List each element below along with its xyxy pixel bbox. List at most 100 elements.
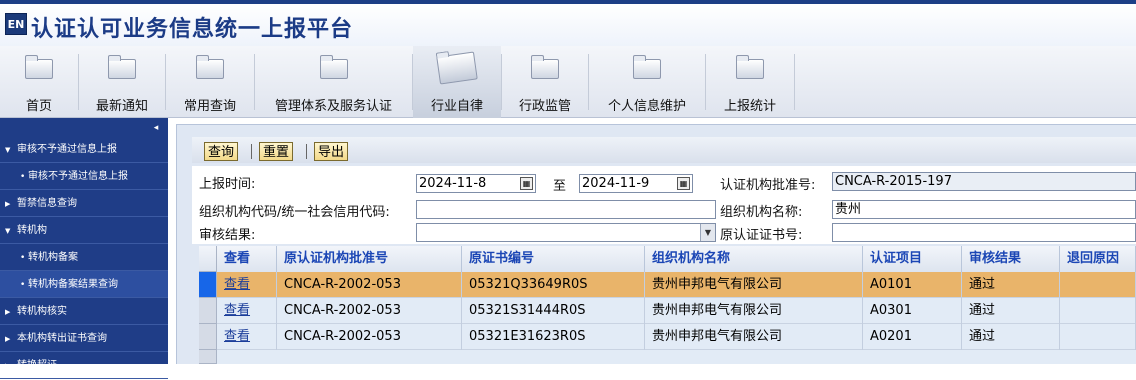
review-result-label: 审核结果: (199, 228, 256, 243)
org-name-field[interactable]: 贵州 (832, 200, 1136, 219)
expanded-arrow-icon: ▼ (5, 227, 11, 235)
folder-icon (319, 55, 348, 79)
menu-item-label: 行政监管 (518, 99, 571, 114)
cell-result: 通过 (962, 272, 1060, 298)
sidebar-item-transferred-out-query[interactable]: ▶ 本机构转出证书查询 (0, 325, 168, 352)
calendar-icon[interactable]: ▦ (677, 177, 690, 190)
sidebar-item-review-reject-report-sub[interactable]: • 审核不予通过信息上报 (0, 163, 168, 190)
column-header-project[interactable]: 认证项目 (863, 246, 962, 272)
row-selector (199, 350, 217, 364)
chevron-down-icon[interactable]: ▼ (700, 224, 715, 241)
org-name-label: 组织机构名称: (720, 205, 803, 220)
date-from-field[interactable]: 2024-11-8 ▦ (416, 174, 536, 193)
expanded-arrow-icon: ▼ (5, 146, 11, 154)
table-row-empty (199, 350, 1136, 364)
row-selector-header (199, 246, 217, 272)
query-button[interactable]: 查询 (204, 142, 239, 161)
column-header-org-name[interactable]: 组织机构名称 (645, 246, 863, 272)
cell-orig-body-no: CNCA-R-2002-053 (277, 272, 462, 298)
sidebar-item-label: 转机构备案结果查询 (28, 279, 118, 290)
app-title: 认证认可业务信息统一上报平台 (31, 17, 354, 42)
collapsed-arrow-icon: ▶ (5, 308, 11, 316)
date-to-value: 2024-11-9 (582, 176, 650, 191)
cell-project: A0201 (863, 324, 962, 350)
title-bar: EN 认证认可业务信息统一上报平台 (0, 0, 1136, 46)
column-header-orig-body-no[interactable]: 原认证机构批准号 (277, 246, 462, 272)
row-selector[interactable] (199, 272, 217, 298)
collapsed-arrow-icon: ▶ (5, 335, 11, 343)
sidebar-item-conversion[interactable]: ▶ 转换超证 (0, 352, 168, 379)
toolbar-separator (251, 144, 252, 159)
sidebar-item-label: 暂禁信息查询 (17, 198, 77, 209)
table-row[interactable]: 查看 CNCA-R-2002-053 05321E31623R0S 贵州申邦电气… (199, 324, 1136, 350)
table-row[interactable]: 查看 CNCA-R-2002-053 05321Q33649R0S 贵州申邦电气… (199, 272, 1136, 298)
column-header-view[interactable]: 查看 (217, 246, 277, 272)
menu-separator (794, 54, 795, 110)
sidebar-item-label: 转机构 (17, 225, 47, 236)
sidebar-item-suspension-query[interactable]: ▶ 暂禁信息查询 (0, 190, 168, 217)
cell-reason (1060, 272, 1136, 298)
view-link[interactable]: 查看 (217, 298, 277, 324)
sidebar-item-transfer-filing-result-query[interactable]: • 转机构备案结果查询 (0, 271, 168, 298)
sidebar-item-label: 审核不予通过信息上报 (28, 171, 128, 182)
menu-item-label: 管理体系及服务认证 (274, 99, 392, 114)
column-header-orig-cert-no[interactable]: 原证书编号 (462, 246, 645, 272)
collapse-sidebar-icon[interactable]: ◂ (150, 122, 162, 134)
sidebar-item-label: 审核不予通过信息上报 (17, 144, 117, 155)
menu-item-label: 上报统计 (723, 99, 776, 114)
row-selector[interactable] (199, 324, 217, 350)
cell-reason (1060, 298, 1136, 324)
report-time-label: 上报时间: (199, 177, 256, 192)
date-to-field[interactable]: 2024-11-9 ▦ (579, 174, 693, 193)
calendar-icon[interactable]: ▦ (520, 177, 533, 190)
menu-item-personal-info[interactable]: 个人信息维护 (589, 46, 705, 118)
org-code-field[interactable] (416, 200, 716, 219)
sidebar-item-review-reject-report[interactable]: ▼ 审核不予通过信息上报 (0, 136, 168, 163)
cell-orig-cert-no: 05321E31623R0S (462, 324, 645, 350)
cert-body-no-label: 认证机构批准号: (720, 178, 816, 193)
menu-item-industry-self-discipline[interactable]: 行业自律 (413, 46, 501, 118)
sidebar-item-transfer-verify[interactable]: ▶ 转机构核实 (0, 298, 168, 325)
menu-item-administrative-supervision[interactable]: 行政监管 (502, 46, 588, 118)
sidebar-item-transfer-filing[interactable]: • 转机构备案 (0, 244, 168, 271)
bullet-icon: • (20, 280, 26, 290)
bullet-icon: • (20, 172, 26, 182)
menu-item-common-query[interactable]: 常用查询 (166, 46, 254, 118)
review-result-select[interactable]: ▼ (416, 223, 716, 242)
export-button[interactable]: 导出 (314, 142, 349, 161)
folder-icon (633, 55, 661, 79)
sidebar-item-label: 转换超证 (17, 360, 57, 371)
menu-item-label: 最新通知 (95, 99, 148, 114)
cell-orig-body-no: CNCA-R-2002-053 (277, 324, 462, 350)
column-header-result[interactable]: 审核结果 (962, 246, 1060, 272)
cell-result: 通过 (962, 324, 1060, 350)
table-row[interactable]: 查看 CNCA-R-2002-053 05321S31444R0S 贵州申邦电气… (199, 298, 1136, 324)
reset-button[interactable]: 重置 (259, 142, 294, 161)
cell-org-name: 贵州申邦电气有限公司 (645, 324, 863, 350)
menu-item-management-certification[interactable]: 管理体系及服务认证 (255, 46, 412, 118)
cell-org-name: 贵州申邦电气有限公司 (645, 298, 863, 324)
menu-item-label: 首页 (25, 99, 52, 114)
sidebar-item-label: 转机构备案 (28, 252, 78, 263)
cell-project: A0301 (863, 298, 962, 324)
cell-project: A0101 (863, 272, 962, 298)
collapsed-arrow-icon: ▶ (5, 200, 11, 208)
sidebar-item-transfer-body[interactable]: ▼ 转机构 (0, 217, 168, 244)
open-folder-icon (436, 51, 478, 85)
view-link[interactable]: 查看 (217, 324, 277, 350)
sidebar: ◂ ▼ 审核不予通过信息上报 • 审核不予通过信息上报 ▶ 暂禁信息查询 ▼ 转机构 •… (0, 118, 168, 379)
orig-cert-no-label: 原认证证书号: (720, 228, 803, 243)
orig-cert-no-field[interactable] (832, 223, 1136, 242)
menu-item-report-statistics[interactable]: 上报统计 (706, 46, 794, 118)
folder-icon (25, 55, 53, 79)
menu-item-label: 行业自律 (430, 99, 483, 114)
column-header-reason[interactable]: 退回原因 (1060, 246, 1136, 272)
menu-item-home[interactable]: 首页 (0, 46, 78, 118)
view-link[interactable]: 查看 (217, 272, 277, 298)
row-selector[interactable] (199, 298, 217, 324)
sidebar-item-label: 转机构核实 (17, 306, 67, 317)
org-code-label: 组织机构代码/统一社会信用代码: (199, 205, 390, 220)
menu-item-latest-notice[interactable]: 最新通知 (79, 46, 165, 118)
menu-item-label: 常用查询 (183, 99, 236, 114)
sidebar-item-label: 本机构转出证书查询 (17, 333, 107, 344)
